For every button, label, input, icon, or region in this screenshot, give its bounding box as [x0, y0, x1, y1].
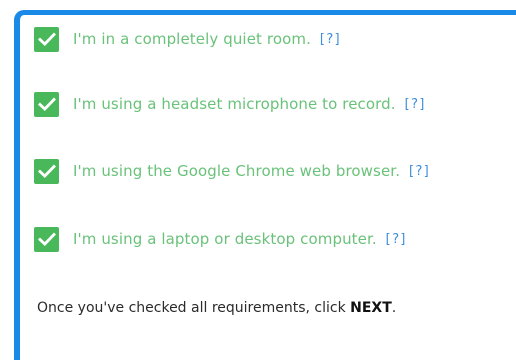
checkbox-quiet-room[interactable] [34, 26, 59, 52]
checkmark-icon [37, 232, 56, 246]
requirement-laptop-desktop[interactable]: I'm using a laptop or desktop computer. … [34, 224, 407, 254]
checkmark-icon [37, 32, 56, 46]
requirement-chrome-browser[interactable]: I'm using the Google Chrome web browser.… [34, 156, 431, 186]
requirement-quiet-room[interactable]: I'm in a completely quiet room. [?] [34, 24, 341, 54]
checkbox-headset-microphone[interactable] [34, 91, 59, 117]
checkmark-icon [37, 164, 56, 178]
help-link[interactable]: [?] [403, 97, 426, 112]
help-link[interactable]: [?] [384, 232, 407, 247]
requirement-label: I'm in a completely quiet room. [73, 30, 311, 48]
requirement-label: I'm using a headset microphone to record… [73, 95, 396, 113]
instruction-prefix: Once you've checked all requirements, cl… [37, 300, 351, 316]
screen: I'm in a completely quiet room. [?] I'm … [0, 0, 516, 360]
instruction-suffix: . [391, 300, 397, 316]
help-link[interactable]: [?] [407, 164, 430, 179]
checkbox-chrome-browser[interactable] [34, 158, 59, 184]
help-link[interactable]: [?] [318, 32, 341, 47]
checkmark-icon [37, 97, 56, 111]
checkbox-laptop-desktop[interactable] [34, 226, 59, 252]
instruction-text: Once you've checked all requirements, cl… [37, 300, 396, 316]
next-emphasis: NEXT [350, 300, 392, 316]
requirement-label: I'm using the Google Chrome web browser. [73, 162, 401, 180]
requirement-headset-microphone[interactable]: I'm using a headset microphone to record… [34, 89, 426, 119]
requirement-label: I'm using a laptop or desktop computer. [73, 230, 377, 248]
